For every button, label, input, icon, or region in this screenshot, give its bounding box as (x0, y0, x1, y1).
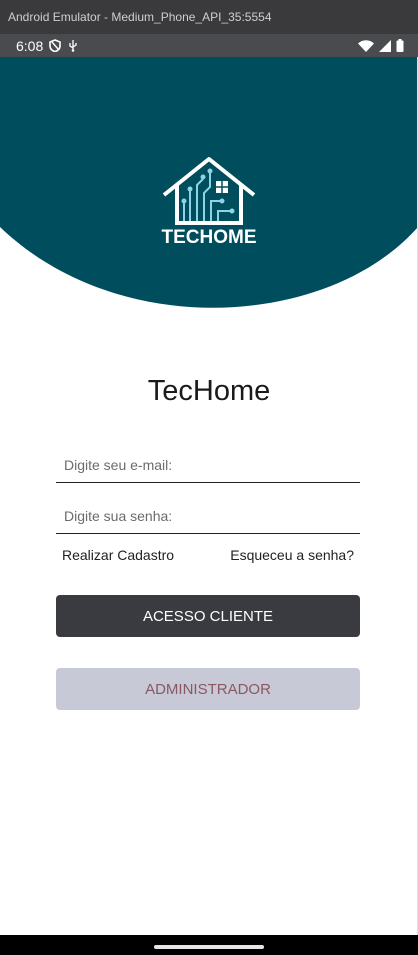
app-title: TecHome (147, 375, 271, 407)
admin-button[interactable]: ADMINISTRADOR (56, 668, 360, 710)
logo-text: TECHOME (161, 227, 257, 248)
house-circuit-icon (162, 157, 256, 225)
emulator-title-bar: Android Emulator - Medium_Phone_API_35:5… (0, 0, 418, 34)
login-screen: TECHOME TecHome Realizar Cadastro Esquec… (0, 57, 418, 935)
email-field[interactable] (56, 447, 368, 483)
window-title: Android Emulator - Medium_Phone_API_35:5… (8, 10, 272, 24)
battery-icon (396, 39, 404, 52)
home-gesture-handle[interactable] (154, 945, 264, 949)
techome-logo: TECHOME (160, 155, 258, 251)
wifi-icon (358, 39, 374, 52)
android-status-bar: 6:08 (0, 34, 418, 57)
auth-links: Realizar Cadastro Esqueceu a senha? (56, 547, 360, 567)
password-field[interactable] (56, 498, 368, 534)
status-time: 6:08 (16, 37, 44, 54)
usb-icon (67, 39, 79, 52)
client-access-button[interactable]: ACESSO CLIENTE (56, 595, 360, 637)
password-input[interactable] (56, 498, 368, 533)
forgot-password-link[interactable]: Esqueceu a senha? (230, 547, 354, 563)
signal-icon (379, 39, 391, 52)
shield-icon (49, 39, 62, 52)
email-input[interactable] (56, 447, 368, 482)
navigation-bar (0, 935, 418, 955)
register-link[interactable]: Realizar Cadastro (62, 547, 174, 563)
